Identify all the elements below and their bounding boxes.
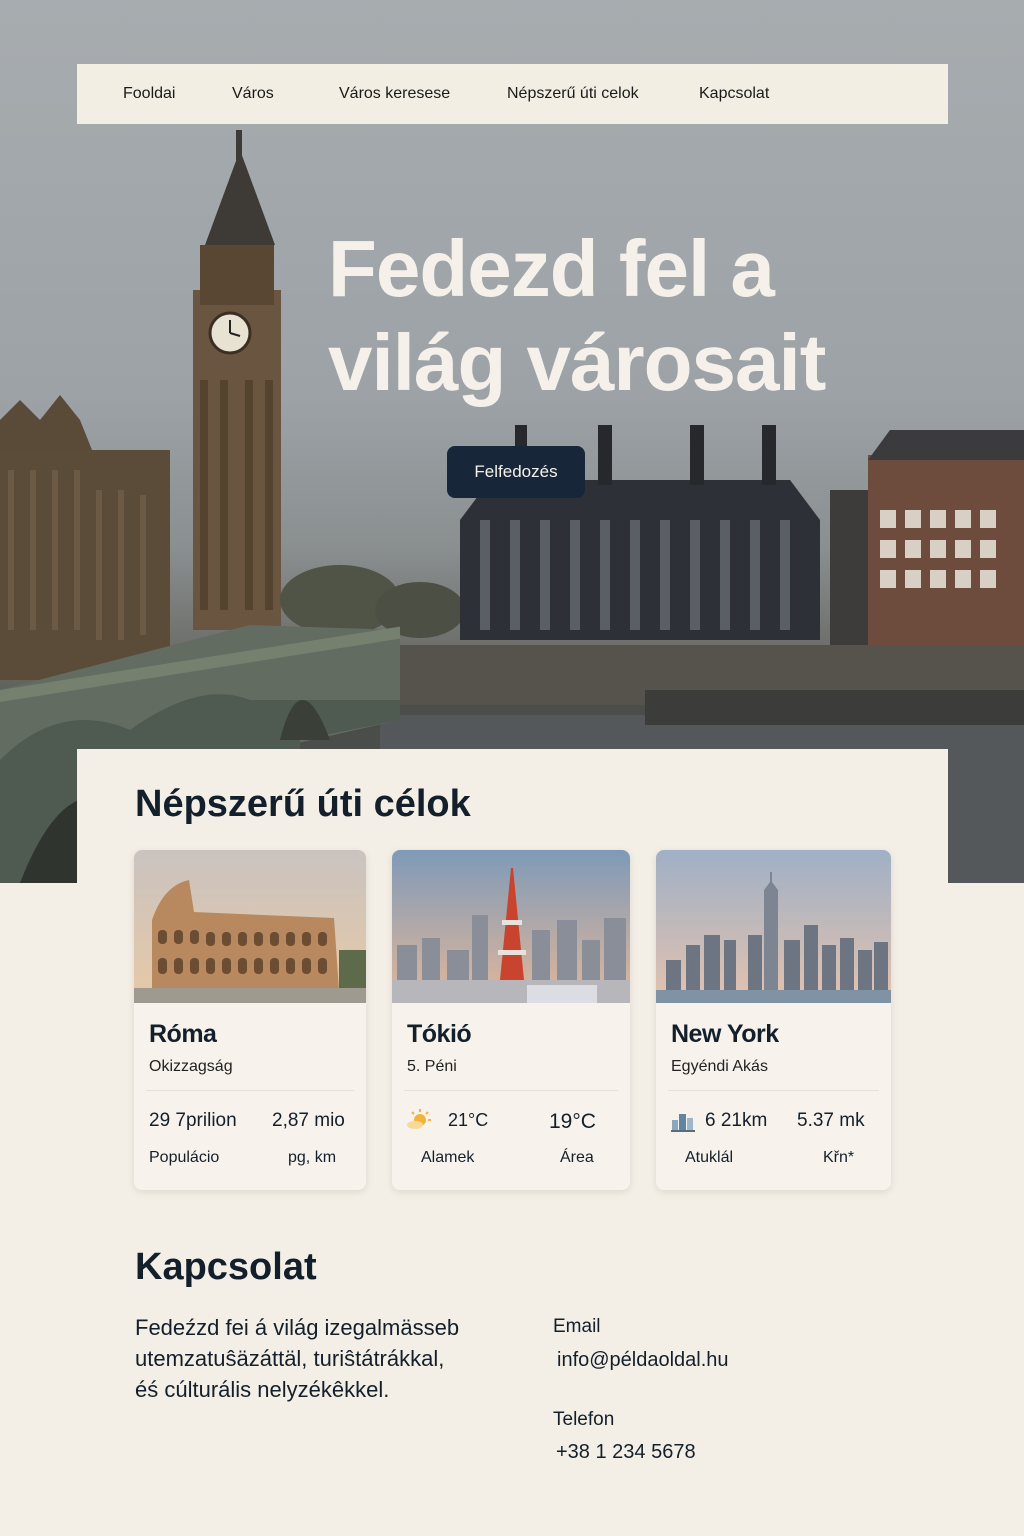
contact-text-line1: Fedeźzd fei á világ izegalmässeb — [135, 1315, 460, 1340]
nav-item-city-search[interactable]: Város keresese — [339, 85, 450, 103]
card-city-name: Róma — [149, 1020, 217, 1048]
popular-destinations-title: Népszerű úti célok — [135, 783, 471, 825]
card-label-primary: Atuklál — [685, 1149, 734, 1166]
destination-card-tokyo[interactable]: Tókió 5. Péni 21°C 19°C Alamek Área — [392, 850, 630, 1190]
card-stat-primary: 29 7prilion — [149, 1110, 237, 1131]
nav-item-city[interactable]: Város — [232, 85, 274, 103]
card-divider — [404, 1090, 618, 1091]
card-divider — [668, 1090, 879, 1091]
email-link[interactable]: info@példaoldal.hu — [557, 1349, 729, 1372]
nav-item-home[interactable]: Fooldai — [123, 85, 175, 103]
hero-title-line2: világ városait — [328, 318, 826, 407]
sun-cloud-icon — [407, 1109, 431, 1129]
card-city-subtitle: 5. Péni — [407, 1058, 457, 1075]
card-stat-secondary: 5.37 mk — [797, 1110, 865, 1131]
new-york-skyline-photo — [656, 850, 891, 1003]
card-label-primary: Populácio — [149, 1149, 220, 1166]
card-city-subtitle: Okizzagság — [149, 1058, 233, 1075]
explore-button[interactable]: Felfedozés — [447, 446, 585, 498]
card-stat-primary: 21°C — [448, 1110, 489, 1130]
card-stat-secondary: 2,87 mio — [272, 1110, 345, 1131]
card-label-secondary: Área — [560, 1149, 594, 1166]
contact-text-line3: éś cúlturális nelyzékêkkel. — [135, 1377, 390, 1402]
destination-card-new-york[interactable]: New York Egyéndi Akás 6 21km 5.37 mk Atu… — [656, 850, 891, 1190]
buildings-icon — [671, 1114, 695, 1132]
tokyo-tower-photo — [392, 850, 630, 1003]
nav-item-contact[interactable]: Kapcsolat — [699, 85, 769, 103]
contact-title: Kapcsolat — [135, 1246, 317, 1288]
card-label-secondary: Křn* — [823, 1149, 855, 1166]
contact-description: Fedeźzd fei á világ izegalmässeb utemzat… — [135, 1312, 525, 1405]
destination-card-rome[interactable]: Róma Okizzagság 29 7prilion 2,87 mio Pop… — [134, 850, 366, 1190]
card-label-primary: Alamek — [421, 1149, 475, 1166]
card-city-name: Tókió — [407, 1020, 472, 1048]
card-divider — [146, 1090, 354, 1091]
contact-text-line2: utemzatuŝäzáttäl, turiŝtátrákkal, — [135, 1346, 445, 1371]
card-stat-secondary: 19°C — [549, 1110, 596, 1133]
phone-label: Telefon — [553, 1409, 615, 1430]
nav-item-popular-destinations[interactable]: Népszerű úti celok — [507, 85, 639, 103]
card-city-subtitle: Egyéndi Akás — [671, 1058, 768, 1075]
hero-title-line1: Fedezd fel a — [328, 224, 775, 313]
card-stat-primary: 6 21km — [705, 1110, 768, 1131]
card-label-secondary: pg, km — [288, 1149, 337, 1166]
rome-colosseum-photo — [134, 850, 366, 1003]
email-label: Email — [553, 1316, 601, 1337]
card-city-name: New York — [671, 1020, 779, 1048]
hero-title: Fedezd fel a világ városait — [328, 222, 888, 410]
top-navigation: Fooldai Város Város keresese Népszerű út… — [77, 64, 948, 124]
phone-link[interactable]: +38 1 234 5678 — [556, 1441, 696, 1464]
